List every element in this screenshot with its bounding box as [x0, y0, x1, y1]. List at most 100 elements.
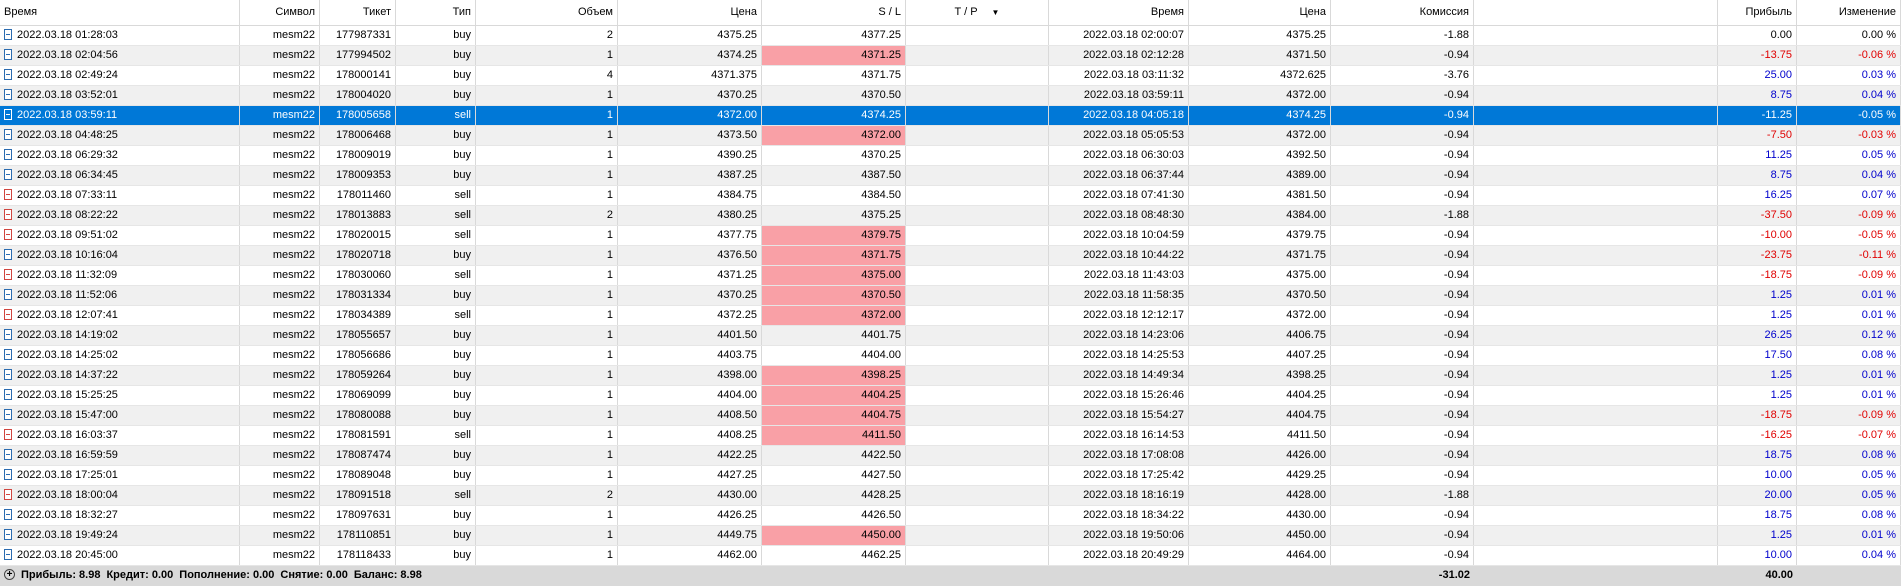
table-row[interactable]: 2022.03.18 14:37:22 mesm22 178059264 buy 1 43… — [0, 366, 1901, 386]
cell-close-price: 4392.50 — [1189, 146, 1331, 165]
cell-close-time: 2022.03.18 19:50:06 — [1049, 526, 1189, 545]
cell-close-price: 4370.50 — [1189, 286, 1331, 305]
cell-type: sell — [396, 186, 476, 205]
table-row[interactable]: 2022.03.18 11:32:09 mesm22 178030060 sell 1 4… — [0, 266, 1901, 286]
cell-close-price: 4389.00 — [1189, 166, 1331, 185]
cell-profit: 1.25 — [1718, 386, 1797, 405]
cell-change: 0.01 % — [1797, 386, 1901, 405]
table-row[interactable]: 2022.03.18 07:33:11 mesm22 178011460 sell 1 4… — [0, 186, 1901, 206]
table-row[interactable]: 2022.03.18 09:51:02 mesm22 178020015 sell 1 4… — [0, 226, 1901, 246]
table-row[interactable]: 2022.03.18 19:49:24 mesm22 178110851 buy 1 44… — [0, 526, 1901, 546]
cell-tp — [906, 306, 1049, 325]
table-row[interactable]: 2022.03.18 01:28:03 mesm22 177987331 buy 2 43… — [0, 26, 1901, 46]
cell-commission: -0.94 — [1331, 86, 1474, 105]
header-type[interactable]: Тип — [396, 0, 476, 25]
cell-open-time: 2022.03.18 07:33:11 — [0, 186, 240, 205]
table-row[interactable]: 2022.03.18 20:45:00 mesm22 178118433 buy 1 44… — [0, 546, 1901, 566]
table-row[interactable]: 2022.03.18 10:16:04 mesm22 178020718 buy 1 43… — [0, 246, 1901, 266]
table-row[interactable]: 2022.03.18 16:59:59 mesm22 178087474 buy 1 44… — [0, 446, 1901, 466]
cell-symbol: mesm22 — [240, 106, 320, 125]
table-row[interactable]: 2022.03.18 06:29:32 mesm22 178009019 buy 1 43… — [0, 146, 1901, 166]
header-open-time[interactable]: Время — [0, 0, 240, 25]
cell-volume: 1 — [476, 266, 618, 285]
table-row[interactable]: 2022.03.18 11:52:06 mesm22 178031334 buy 1 43… — [0, 286, 1901, 306]
table-row[interactable]: 2022.03.18 14:19:02 mesm22 178055657 buy 1 44… — [0, 326, 1901, 346]
table-row[interactable]: 2022.03.18 14:25:02 mesm22 178056686 buy 1 44… — [0, 346, 1901, 366]
cell-tp — [906, 66, 1049, 85]
cell-change: -0.05 % — [1797, 226, 1901, 245]
table-row[interactable]: 2022.03.18 03:52:01 mesm22 178004020 buy 1 43… — [0, 86, 1901, 106]
cell-change: 0.00 % — [1797, 26, 1901, 45]
cell-blank — [1474, 286, 1718, 305]
header-sl[interactable]: S / L — [762, 0, 906, 25]
cell-profit: 20.00 — [1718, 486, 1797, 505]
cell-close-price: 4372.00 — [1189, 126, 1331, 145]
cell-type: buy — [396, 446, 476, 465]
cell-sl: 4371.75 — [762, 66, 906, 85]
header-close-price[interactable]: Цена — [1189, 0, 1331, 25]
table-row[interactable]: 2022.03.18 02:04:56 mesm22 177994502 buy 1 43… — [0, 46, 1901, 66]
cell-tp — [906, 426, 1049, 445]
expand-plus-icon[interactable]: + — [4, 568, 15, 580]
cell-sl: 4371.75 — [762, 246, 906, 265]
header-price[interactable]: Цена — [618, 0, 762, 25]
cell-ticket: 178059264 — [320, 366, 396, 385]
table-row[interactable]: 2022.03.18 18:00:04 mesm22 178091518 sell 2 4… — [0, 486, 1901, 506]
cell-symbol: mesm22 — [240, 46, 320, 65]
table-row[interactable]: 2022.03.18 03:59:11 mesm22 178005658 sell 1 4… — [0, 106, 1901, 126]
header-volume[interactable]: Объем — [476, 0, 618, 25]
cell-open-time: 2022.03.18 14:19:02 — [0, 326, 240, 345]
table-row[interactable]: 2022.03.18 08:22:22 mesm22 178013883 sell 2 4… — [0, 206, 1901, 226]
cell-tp — [906, 386, 1049, 405]
cell-close-time: 2022.03.18 15:26:46 — [1049, 386, 1189, 405]
cell-blank — [1474, 126, 1718, 145]
cell-commission: -0.94 — [1331, 106, 1474, 125]
buy-deal-icon — [4, 88, 12, 100]
table-row[interactable]: 2022.03.18 15:25:25 mesm22 178069099 buy 1 44… — [0, 386, 1901, 406]
header-commission[interactable]: Комиссия — [1331, 0, 1474, 25]
table-row[interactable]: 2022.03.18 17:25:01 mesm22 178089048 buy 1 44… — [0, 466, 1901, 486]
table-row[interactable]: 2022.03.18 15:47:00 mesm22 178080088 buy 1 44… — [0, 406, 1901, 426]
cell-change: 0.05 % — [1797, 146, 1901, 165]
cell-open-time: 2022.03.18 11:32:09 — [0, 266, 240, 285]
cell-blank — [1474, 466, 1718, 485]
open-time-text: 2022.03.18 04:48:25 — [17, 129, 118, 141]
table-row[interactable]: 2022.03.18 12:07:41 mesm22 178034389 sell 1 4… — [0, 306, 1901, 326]
header-label: Объем — [577, 6, 613, 18]
header-ticket[interactable]: Тикет — [320, 0, 396, 25]
header-symbol[interactable]: Символ — [240, 0, 320, 25]
cell-profit: -18.75 — [1718, 266, 1797, 285]
cell-close-price: 4374.25 — [1189, 106, 1331, 125]
table-row[interactable]: 2022.03.18 04:48:25 mesm22 178006468 buy 1 43… — [0, 126, 1901, 146]
cell-ticket: 178118433 — [320, 546, 396, 565]
sort-desc-icon[interactable]: ▼ — [992, 8, 1000, 17]
cell-volume: 1 — [476, 426, 618, 445]
cell-tp — [906, 26, 1049, 45]
cell-profit: -16.25 — [1718, 426, 1797, 445]
open-time-text: 2022.03.18 18:00:04 — [17, 489, 118, 501]
header-blank[interactable] — [1474, 0, 1718, 25]
cell-ticket: 177987331 — [320, 26, 396, 45]
cell-close-time: 2022.03.18 17:25:42 — [1049, 466, 1189, 485]
cell-price: 4372.00 — [618, 106, 762, 125]
table-row[interactable]: 2022.03.18 18:32:27 mesm22 178097631 buy 1 44… — [0, 506, 1901, 526]
open-time-text: 2022.03.18 02:04:56 — [17, 49, 118, 61]
header-profit[interactable]: Прибыль — [1718, 0, 1797, 25]
sell-deal-icon — [4, 428, 12, 440]
cell-volume: 1 — [476, 106, 618, 125]
cell-close-price: 4371.50 — [1189, 46, 1331, 65]
open-time-text: 2022.03.18 17:25:01 — [17, 469, 118, 481]
cell-ticket: 178009019 — [320, 146, 396, 165]
table-row[interactable]: 2022.03.18 16:03:37 mesm22 178081591 sell 1 4… — [0, 426, 1901, 446]
header-change[interactable]: Изменение — [1797, 0, 1901, 25]
cell-open-time: 2022.03.18 06:34:45 — [0, 166, 240, 185]
cell-profit: 1.25 — [1718, 306, 1797, 325]
cell-close-price: 4384.00 — [1189, 206, 1331, 225]
table-row[interactable]: 2022.03.18 02:49:24 mesm22 178000141 buy 4 43… — [0, 66, 1901, 86]
summary-text: + Прибыль: 8.98 Кредит: 0.00 Пополнение: 0.… — [0, 566, 700, 586]
table-row[interactable]: 2022.03.18 06:34:45 mesm22 178009353 buy 1 43… — [0, 166, 1901, 186]
header-close-time[interactable]: Время — [1049, 0, 1189, 25]
cell-symbol: mesm22 — [240, 506, 320, 525]
header-tp[interactable]: T / P ▼ — [906, 0, 1049, 25]
sell-deal-icon — [4, 488, 12, 500]
